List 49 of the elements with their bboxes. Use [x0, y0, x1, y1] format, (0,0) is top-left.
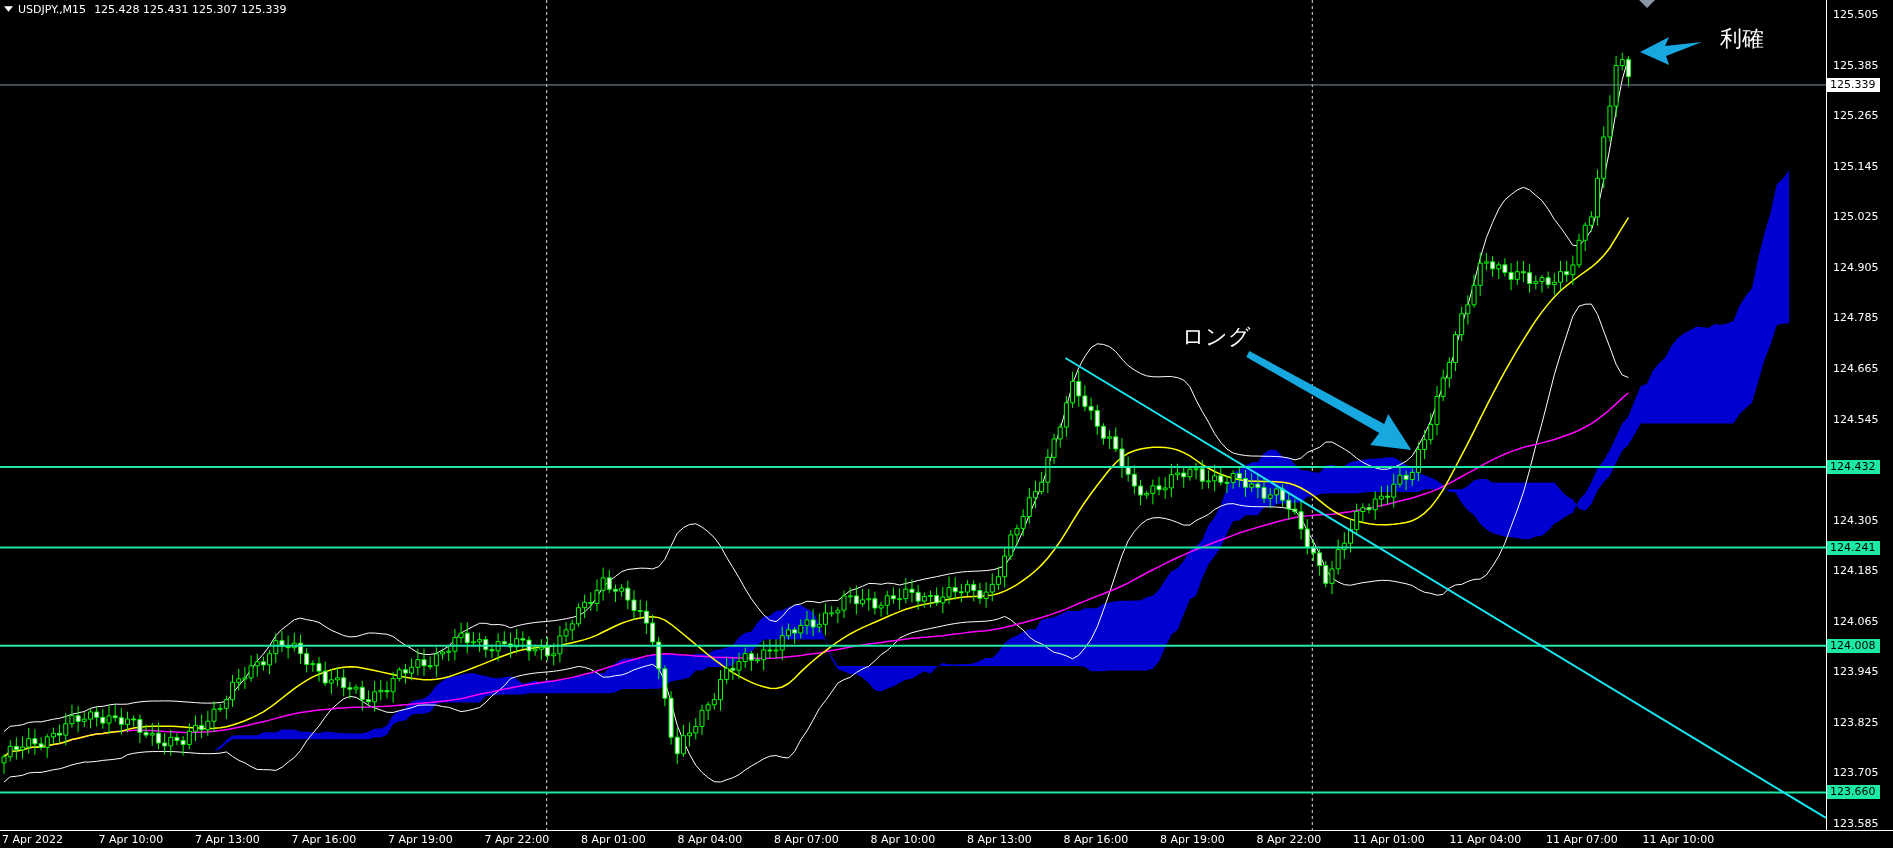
- time-tick-label: 7 Apr 16:00: [291, 833, 357, 846]
- annotation-label: 利確: [1720, 25, 1764, 53]
- time-tick-label: 7 Apr 22:00: [484, 833, 550, 846]
- price-level-label: 124.432: [1827, 460, 1880, 475]
- time-tick-label: 11 Apr 10:00: [1642, 833, 1715, 846]
- price-tick-label: 124.785: [1833, 311, 1879, 326]
- time-tick-label: 7 Apr 13:00: [195, 833, 260, 846]
- symbol-title: USDJPY.,M15: [18, 3, 87, 16]
- time-tick-label: 11 Apr 07:00: [1546, 833, 1618, 846]
- price-tick-label: 124.305: [1833, 513, 1879, 528]
- ohlc-values: 125.428 125.431 125.307 125.339: [94, 3, 287, 16]
- time-tick-label: 8 Apr 19:00: [1160, 833, 1225, 846]
- price-tick-label: 124.665: [1833, 361, 1879, 376]
- price-tick-label: 125.025: [1833, 210, 1879, 225]
- price-level-label: 123.660: [1827, 785, 1880, 800]
- annotation-arrow: [1640, 37, 1703, 65]
- current-price-label: 125.339: [1827, 77, 1880, 92]
- price-level-label: 124.241: [1827, 540, 1880, 555]
- time-tick-label: 8 Apr 22:00: [1256, 833, 1322, 846]
- price-tick-label: 123.705: [1833, 766, 1879, 781]
- annotation-label: ロング: [1182, 323, 1251, 351]
- price-tick-label: 124.905: [1833, 260, 1879, 275]
- price-level-line[interactable]: [0, 466, 1826, 469]
- time-tick-label: 7 Apr 2022: [2, 833, 63, 846]
- trend-line[interactable]: [1064, 357, 1826, 819]
- time-tick-label: 8 Apr 01:00: [581, 833, 646, 846]
- time-tick-label: 8 Apr 07:00: [774, 833, 839, 846]
- time-tick-label: 8 Apr 16:00: [1063, 833, 1129, 846]
- price-tick-label: 125.505: [1833, 8, 1879, 22]
- marker-icon: [1639, 0, 1656, 8]
- price-level-label: 124.008: [1827, 638, 1880, 653]
- dropdown-icon[interactable]: [4, 6, 13, 13]
- price-tick-label: 123.585: [1833, 817, 1879, 831]
- price-tick-label: 124.185: [1833, 564, 1879, 579]
- price-tick-label: 125.385: [1833, 58, 1879, 73]
- price-level-line[interactable]: [0, 644, 1826, 647]
- price-tick-label: 125.145: [1833, 159, 1879, 174]
- price-tick-label: 123.945: [1833, 665, 1879, 680]
- time-tick-label: 7 Apr 10:00: [98, 833, 164, 846]
- time-tick-label: 11 Apr 04:00: [1449, 833, 1522, 846]
- time-tick-label: 8 Apr 13:00: [967, 833, 1032, 846]
- price-tick-label: 123.825: [1833, 715, 1879, 730]
- time-tick-label: 8 Apr 04:00: [677, 833, 743, 846]
- price-tick-label: 124.545: [1833, 412, 1879, 427]
- time-tick-label: 8 Apr 10:00: [870, 833, 936, 846]
- time-tick-label: 11 Apr 01:00: [1353, 833, 1425, 846]
- price-tick-label: 124.065: [1833, 614, 1879, 629]
- time-tick-label: 7 Apr 19:00: [388, 833, 453, 846]
- price-tick-label: 125.265: [1833, 109, 1879, 124]
